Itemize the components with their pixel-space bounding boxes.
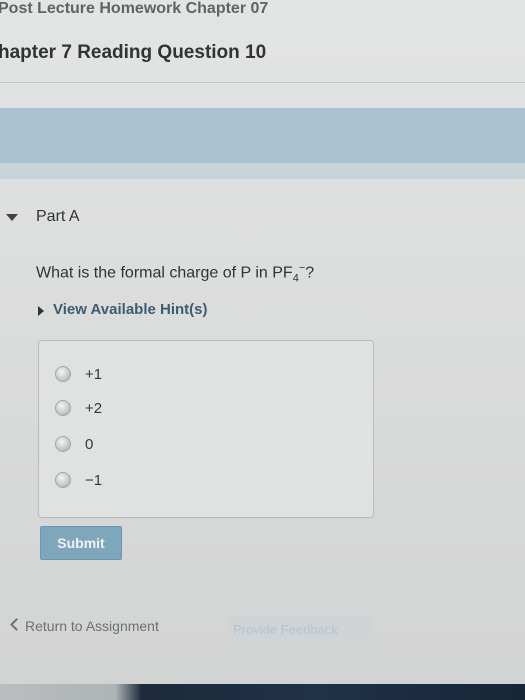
question-suffix: ? [305,264,315,282]
view-hints-link[interactable]: View Available Hint(s) [53,301,208,318]
radio-button[interactable] [55,472,71,488]
option-label: 0 [85,435,94,453]
page-title: hapter 7 Reading Question 10 [0,42,267,63]
question-text: What is the formal charge of P in PF4−? [36,262,314,285]
option-plus-1[interactable]: +1 [55,363,102,385]
answer-options: +1 +2 0 −1 [38,340,374,518]
option-zero[interactable]: 0 [55,433,93,455]
chevron-left-icon[interactable] [10,618,23,631]
breadcrumb[interactable]: Post Lecture Homework Chapter 07 [0,0,268,18]
option-minus-1[interactable]: −1 [55,469,102,491]
option-plus-2[interactable]: +2 [55,397,102,419]
homework-page: Post Lecture Homework Chapter 07 hapter … [0,0,525,700]
question-subscript: 4 [292,272,299,285]
expand-triangle-icon[interactable] [38,306,44,316]
header-divider [0,82,525,83]
radio-button[interactable] [55,400,71,416]
provide-feedback-link[interactable]: Provide Feedback [233,622,338,637]
option-label: +1 [85,365,103,383]
submit-button[interactable]: Submit [40,526,122,560]
radio-button[interactable] [55,436,71,452]
os-taskbar [0,684,525,700]
option-label: −1 [85,471,103,489]
radio-button[interactable] [55,366,71,382]
collapse-triangle-icon[interactable] [6,214,18,221]
option-label: +2 [85,399,103,417]
return-to-assignment-link[interactable]: Return to Assignment [25,618,159,634]
info-band-shadow [0,163,525,179]
question-prefix: What is the formal charge of P in PF [36,264,293,282]
part-label[interactable]: Part A [36,208,80,226]
info-band [0,108,525,163]
